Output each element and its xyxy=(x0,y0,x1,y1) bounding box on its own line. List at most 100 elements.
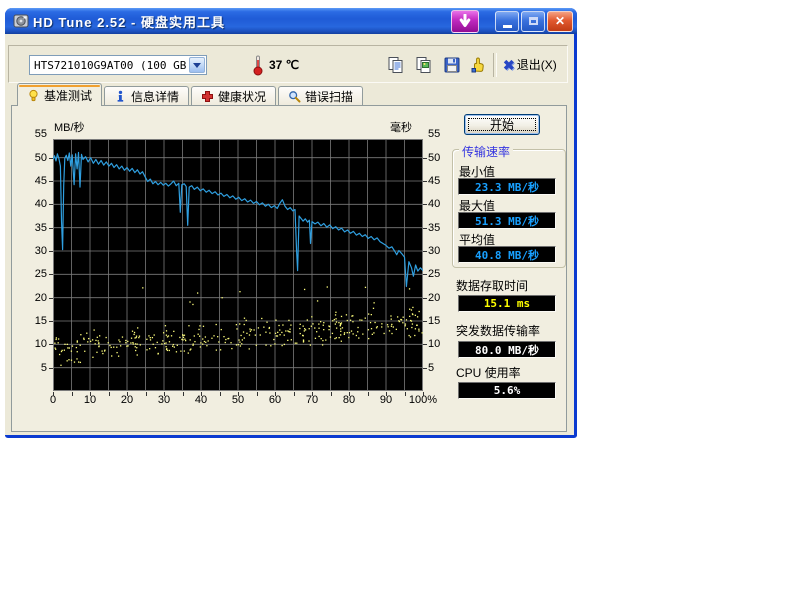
y-axis-tick-right: 25 xyxy=(428,268,454,280)
tab-label: 信息详情 xyxy=(131,88,179,105)
y-axis-tick-left: 30 xyxy=(21,245,47,257)
tab-label: 基准测试 xyxy=(44,87,92,104)
maximize-button[interactable] xyxy=(521,11,545,32)
x-tick-mark xyxy=(405,392,406,396)
thermometer-icon xyxy=(252,54,264,76)
burst-rate-label: 突发数据传输率 xyxy=(456,322,540,339)
options-icon xyxy=(469,56,487,74)
y-tick-mark xyxy=(49,344,53,345)
save-button[interactable] xyxy=(441,54,463,76)
close-button[interactable]: ✕ xyxy=(547,11,573,32)
minimize-icon xyxy=(503,25,512,28)
x-tick-mark xyxy=(423,392,424,396)
start-button[interactable]: 开始 xyxy=(464,114,540,135)
x-tick-mark xyxy=(386,392,387,396)
y-tick-mark xyxy=(423,228,427,229)
tab-error-scan[interactable]: 错误扫描 xyxy=(278,86,363,106)
drive-select[interactable]: HTS721010G9AT00 (100 GB) xyxy=(29,55,207,75)
y-left-unit-label: MB/秒 xyxy=(54,119,85,135)
scan-icon xyxy=(288,90,301,103)
tab-health[interactable]: 健康状况 xyxy=(191,86,276,106)
y-tick-mark xyxy=(49,274,53,275)
cpu-usage-label: CPU 使用率 xyxy=(456,364,521,381)
x-tick-mark xyxy=(275,392,276,396)
combo-dropdown-button[interactable] xyxy=(189,57,205,73)
y-axis-tick-left: 45 xyxy=(21,175,47,187)
tab-benchmark[interactable]: 基准测试 xyxy=(17,83,102,106)
y-axis-tick-right: 50 xyxy=(428,152,454,164)
minimize-button[interactable] xyxy=(495,11,519,32)
app-icon xyxy=(13,13,29,29)
y-tick-mark xyxy=(49,298,53,299)
tab-label: 错误扫描 xyxy=(305,88,353,105)
x-tick-mark xyxy=(164,392,165,396)
min-value-field: 23.3 MB/秒 xyxy=(458,178,556,195)
x-tick-mark xyxy=(53,392,54,396)
copy-image-button[interactable] xyxy=(413,54,435,76)
info-icon xyxy=(114,90,127,103)
y-tick-mark xyxy=(423,344,427,345)
chevron-down-icon xyxy=(193,63,201,68)
y-axis-tick-left: 35 xyxy=(21,222,47,234)
max-value-field: 51.3 MB/秒 xyxy=(458,212,556,229)
x-tick-mark xyxy=(201,392,202,396)
app-window: HD Tune 2.52 - 硬盘实用工具 ✕ HTS721010G9AT00 … xyxy=(5,8,577,438)
maximize-icon xyxy=(529,17,538,25)
y-axis-tick-right: 55 xyxy=(428,128,454,140)
benchmark-plot xyxy=(53,139,423,391)
transfer-rate-group-title: 传输速率 xyxy=(459,143,513,160)
y-axis-tick-right: 10 xyxy=(428,338,454,350)
y-tick-mark xyxy=(423,368,427,369)
y-tick-mark xyxy=(423,298,427,299)
download-arrow-button[interactable] xyxy=(451,10,479,33)
options-button[interactable] xyxy=(467,54,489,76)
y-tick-mark xyxy=(423,321,427,322)
y-axis-tick-right: 45 xyxy=(428,175,454,187)
down-arrow-icon xyxy=(458,14,472,28)
desktop: HD Tune 2.52 - 硬盘实用工具 ✕ HTS721010G9AT00 … xyxy=(0,0,800,600)
x-tick-mark xyxy=(220,392,221,396)
copy-text-button[interactable] xyxy=(385,54,407,76)
x-tick-mark xyxy=(127,392,128,396)
exit-label: 退出(X) xyxy=(517,56,557,73)
exit-button[interactable]: ✖ 退出(X) xyxy=(503,56,557,73)
x-tick-mark xyxy=(368,392,369,396)
y-axis-tick-left: 40 xyxy=(21,198,47,210)
health-icon xyxy=(201,90,214,103)
y-axis-tick-right: 30 xyxy=(428,245,454,257)
y-tick-mark xyxy=(49,204,53,205)
y-axis-tick-left: 5 xyxy=(21,362,47,374)
y-tick-mark xyxy=(49,158,53,159)
x-tick-mark xyxy=(294,392,295,396)
x-tick-mark xyxy=(90,392,91,396)
y-tick-mark xyxy=(49,321,53,322)
y-axis-tick-left: 20 xyxy=(21,292,47,304)
benchmark-icon xyxy=(27,89,40,102)
y-axis-tick-left: 15 xyxy=(21,315,47,327)
copy-text-icon xyxy=(387,56,405,74)
y-right-unit-label: 毫秒 xyxy=(390,119,412,135)
y-axis-tick-left: 50 xyxy=(21,152,47,164)
y-axis-tick-right: 35 xyxy=(428,222,454,234)
benchmark-panel: MB/秒 毫秒 开始 传输速率 最小值 23.3 MB/秒 最大值 51.3 M… xyxy=(11,105,567,432)
close-icon: ✕ xyxy=(555,14,565,28)
x-tick-mark xyxy=(238,392,239,396)
tab-info[interactable]: 信息详情 xyxy=(104,86,189,106)
x-tick-mark xyxy=(331,392,332,396)
y-tick-mark xyxy=(49,228,53,229)
access-time-field: 15.1 ms xyxy=(458,295,556,312)
y-axis-tick-right: 40 xyxy=(428,198,454,210)
y-tick-mark xyxy=(423,251,427,252)
x-tick-mark xyxy=(146,392,147,396)
x-tick-mark xyxy=(312,392,313,396)
tab-strip: 基准测试 信息详情 健康状况 xyxy=(17,84,365,106)
copy-image-icon xyxy=(415,56,433,74)
y-axis-tick-right: 5 xyxy=(428,362,454,374)
y-axis-tick-left: 10 xyxy=(21,338,47,350)
access-time-label: 数据存取时间 xyxy=(456,277,528,294)
title-bar[interactable]: HD Tune 2.52 - 硬盘实用工具 ✕ xyxy=(5,8,577,34)
toolbar-separator xyxy=(493,53,497,77)
y-axis-tick-right: 20 xyxy=(428,292,454,304)
exit-x-icon: ✖ xyxy=(503,58,515,72)
burst-rate-field: 80.0 MB/秒 xyxy=(458,341,556,358)
